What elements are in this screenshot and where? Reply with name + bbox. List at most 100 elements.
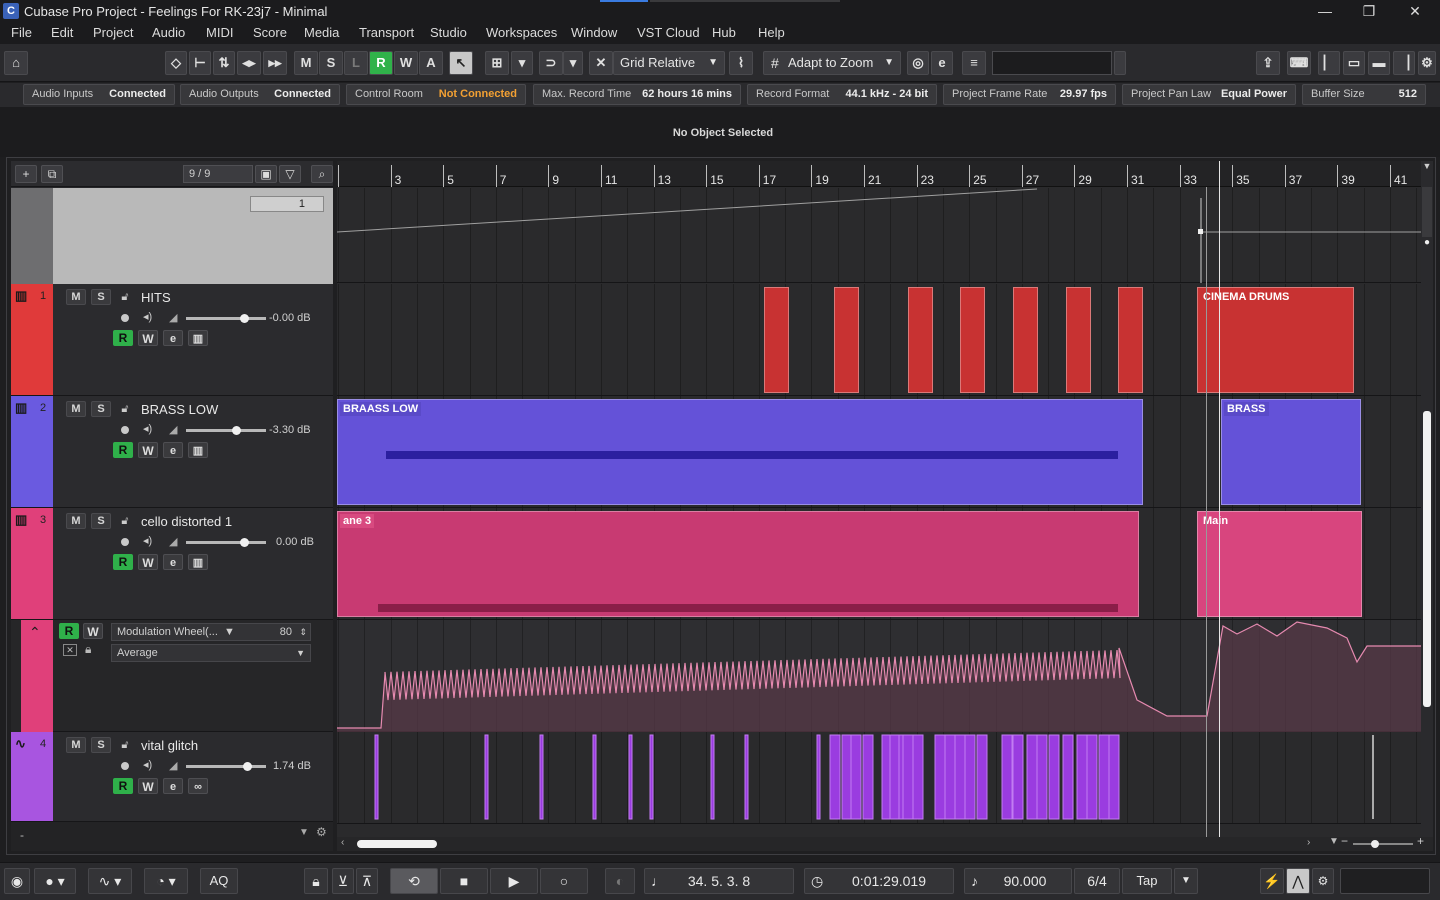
- snap-icon[interactable]: ⊃: [539, 51, 563, 75]
- midi-event[interactable]: [908, 287, 933, 393]
- marker-lane[interactable]: [337, 188, 1423, 283]
- playhead-cursor[interactable]: [1219, 161, 1220, 837]
- track-brass-low[interactable]: ▥ 2 M S 🔓︎ BRASS LOW ◂) ◢ -3.30 dB R W e…: [11, 396, 333, 508]
- audio-icon[interactable]: ∿ ▾: [88, 868, 132, 894]
- auto-scroll-icon[interactable]: ◐: [605, 868, 635, 894]
- piano-icon[interactable]: ▥: [188, 330, 208, 346]
- play-icon[interactable]: ▶: [490, 868, 538, 894]
- camera-icon[interactable]: ▣: [255, 165, 277, 183]
- read-automation-button[interactable]: R: [113, 778, 133, 794]
- status-pan-law[interactable]: Project Pan Law Equal Power: [1122, 84, 1296, 105]
- automation-mode-select[interactable]: Average ▼: [111, 644, 311, 662]
- meter-handle[interactable]: [1114, 51, 1126, 75]
- read-automation-button[interactable]: R: [113, 554, 133, 570]
- punch-icon[interactable]: ● ▾: [34, 868, 76, 894]
- snap-toggle-icon[interactable]: ✕: [589, 51, 613, 75]
- record-enable-icon[interactable]: [121, 314, 129, 322]
- status-audio-inputs[interactable]: Audio Inputs Connected: [23, 84, 175, 105]
- zoom-in-icon[interactable]: +: [1417, 834, 1424, 848]
- sends-icon[interactable]: ⇅: [213, 51, 235, 75]
- auto-mode-button[interactable]: A: [419, 51, 443, 75]
- write-automation-button[interactable]: W: [138, 554, 158, 570]
- export-icon[interactable]: ⇪: [1256, 51, 1280, 75]
- solo-button[interactable]: S: [91, 289, 111, 305]
- read-automation-button[interactable]: R: [113, 442, 133, 458]
- automation-mute-icon[interactable]: ✕: [63, 644, 77, 656]
- solo-button[interactable]: S: [91, 513, 111, 529]
- lock-icon[interactable]: 🔓︎: [115, 513, 135, 529]
- solo-all-button[interactable]: S: [319, 51, 343, 75]
- menu-file[interactable]: File: [11, 25, 32, 40]
- status-record-format[interactable]: Record Format 44.1 kHz - 24 bit: [747, 84, 937, 105]
- menu-studio[interactable]: Studio: [430, 25, 467, 40]
- write-all-button[interactable]: W: [394, 51, 418, 75]
- constrain-delay-icon[interactable]: ◇: [165, 51, 187, 75]
- right-zone-icon[interactable]: ▕: [1393, 51, 1415, 75]
- mute-button[interactable]: M: [66, 737, 86, 753]
- gear-icon[interactable]: ⚙: [316, 825, 327, 839]
- menu-workspaces[interactable]: Workspaces: [486, 25, 557, 40]
- zoom-slider[interactable]: [1353, 843, 1413, 845]
- solo-button[interactable]: S: [91, 737, 111, 753]
- tempo-display[interactable]: ♪ 90.000: [964, 868, 1072, 894]
- edit-instrument-icon[interactable]: e: [163, 554, 183, 570]
- autoscroll-icon[interactable]: ◂▸: [237, 51, 261, 75]
- edit-instrument-icon[interactable]: e: [163, 778, 183, 794]
- filter-icon[interactable]: ▽: [279, 165, 301, 183]
- menu-project[interactable]: Project: [93, 25, 133, 40]
- volume-fader[interactable]: [186, 538, 266, 547]
- chevron-right-icon[interactable]: ›: [1307, 837, 1310, 848]
- horizontal-scroll-thumb[interactable]: [357, 840, 437, 848]
- top-zone-icon[interactable]: ▭: [1343, 51, 1365, 75]
- status-buffer-size[interactable]: Buffer Size 512: [1302, 84, 1426, 105]
- metronome-icon[interactable]: ◔ ▾: [144, 868, 188, 894]
- track-name[interactable]: vital glitch: [141, 738, 198, 753]
- marker-icon[interactable]: ⚡: [1260, 868, 1284, 894]
- lower-zone-icon[interactable]: ▬: [1368, 51, 1390, 75]
- volume-knob[interactable]: [242, 762, 252, 771]
- status-frame-rate[interactable]: Project Frame Rate 29.97 fps: [943, 84, 1116, 105]
- mute-button[interactable]: M: [66, 513, 86, 529]
- signature-display[interactable]: 6/4: [1074, 868, 1120, 894]
- tool-menu-chevron-icon[interactable]: ▾: [511, 51, 533, 75]
- volume-fader[interactable]: [186, 762, 266, 771]
- midi-event[interactable]: [960, 287, 985, 393]
- position-time-display[interactable]: ◷ 0:01:29.019: [804, 868, 954, 894]
- track-hits[interactable]: ▥ 1 M S 🔓︎ HITS ◂) ◢ -0.00 dB R W e ▥: [11, 284, 333, 396]
- duplicate-icon[interactable]: ⧉: [41, 165, 63, 183]
- snap-chevron-icon[interactable]: ▾: [563, 51, 583, 75]
- link-icon[interactable]: ∞: [188, 778, 208, 794]
- chevron-down-icon[interactable]: ▼: [299, 827, 309, 838]
- monitor-icon[interactable]: ◂): [143, 310, 152, 323]
- menu-hub[interactable]: Hub: [712, 25, 736, 40]
- cycle-icon[interactable]: ⟲: [390, 868, 438, 894]
- chevron-left-icon[interactable]: ‹: [341, 837, 344, 848]
- quantize-icon[interactable]: ⌇: [729, 51, 753, 75]
- menu-vst-cloud[interactable]: VST Cloud: [637, 25, 700, 40]
- close-button[interactable]: ✕: [1402, 2, 1428, 20]
- record-enable-icon[interactable]: [121, 762, 129, 770]
- zoom-icon[interactable]: ⌕: [311, 165, 333, 183]
- midi-event[interactable]: [1118, 287, 1143, 393]
- tap-tempo-button[interactable]: Tap: [1122, 868, 1172, 894]
- volume-fader[interactable]: [186, 314, 266, 323]
- write-automation-button[interactable]: W: [138, 330, 158, 346]
- right-locator-icon[interactable]: ⊼: [356, 868, 378, 894]
- status-max-record-time[interactable]: Max. Record Time 62 hours 16 mins: [533, 84, 741, 105]
- marker-value-field[interactable]: 1: [250, 196, 324, 212]
- horizontal-zoom[interactable]: ▼ − +: [1323, 834, 1433, 851]
- vertical-scrollbar[interactable]: ▼ ●: [1421, 161, 1433, 841]
- automation-read-button[interactable]: R: [59, 623, 79, 639]
- volume-knob[interactable]: [240, 538, 250, 547]
- menu-midi[interactable]: MIDI: [206, 25, 233, 40]
- maximize-button[interactable]: ❐: [1356, 2, 1382, 20]
- read-automation-button[interactable]: R: [113, 330, 133, 346]
- lane-brass-low[interactable]: BRAASS LOW BRASS: [337, 396, 1423, 508]
- timeline-ruler[interactable]: 3 5 7 9 11 13 15 17 19 21 23 25 27 29 31 33 35 37 39 41: [337, 161, 1423, 187]
- lane-modwheel-automation[interactable]: [337, 620, 1423, 732]
- menu-help[interactable]: Help: [758, 25, 785, 40]
- search-icon[interactable]: ◎: [907, 51, 929, 75]
- lock-icon[interactable]: 🔒︎: [304, 868, 328, 894]
- keyboard-icon[interactable]: ⌨: [1287, 51, 1311, 75]
- menu-media[interactable]: Media: [304, 25, 339, 40]
